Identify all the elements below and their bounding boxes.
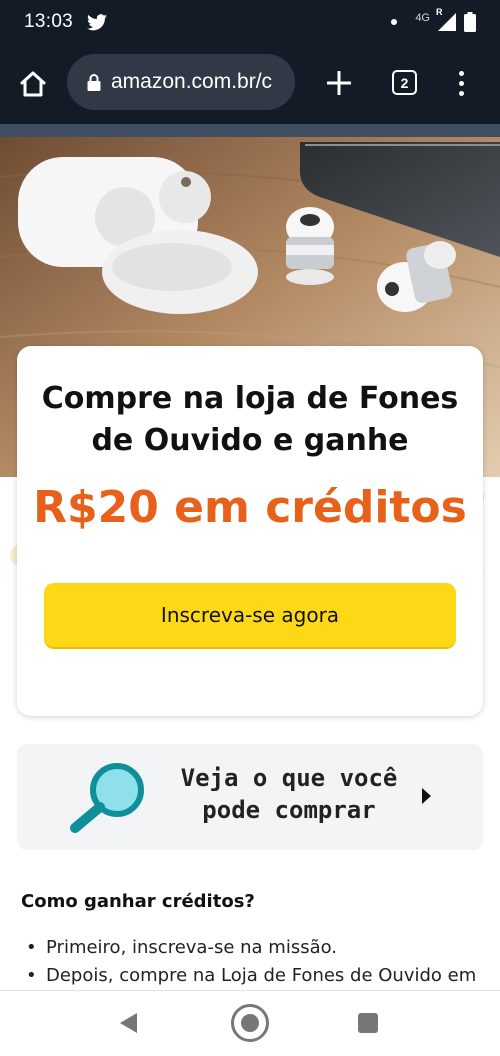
status-bar: 13:03 4G R (0, 0, 500, 44)
promo-card: Compre na loja de Fones de Ouvido e ganh… (17, 346, 483, 716)
network-label: 4G (415, 12, 430, 24)
browse-products-card[interactable]: Veja o que você pode comprar (17, 744, 483, 850)
how-to-list: Primeiro, inscreva-se na missão. Depois,… (26, 934, 476, 990)
back-icon[interactable] (120, 1013, 137, 1033)
promo-amount: R$20 em créditos (33, 482, 467, 533)
header-strip (0, 124, 500, 137)
how-to-title: Como ganhar créditos? (21, 891, 255, 912)
new-tab-icon (327, 71, 351, 95)
browse-products-text: Veja o que você pode comprar (169, 762, 409, 826)
roaming-label: R (436, 7, 443, 17)
lock-icon (87, 73, 101, 91)
home-icon (20, 71, 46, 97)
home-circle-icon[interactable] (231, 1004, 269, 1042)
battery-icon (464, 12, 476, 32)
browser-toolbar: amazon.com.br/c 2 (0, 44, 500, 124)
browse-products-line2: pode comprar (202, 796, 376, 824)
promo-title: Compre na loja de Fones de Ouvido e ganh… (41, 381, 459, 458)
url-text: amazon.com.br/c (111, 70, 273, 93)
recents-icon[interactable] (358, 1013, 378, 1033)
browse-products-line1: Veja o que você (180, 764, 398, 792)
signup-button[interactable]: Inscreva-se agora (44, 583, 456, 649)
list-item: Primeiro, inscreva-se na missão. (26, 934, 476, 962)
status-indicators: 4G R (391, 7, 476, 32)
signal-icon: R (436, 7, 456, 31)
tabs-button[interactable]: 2 (392, 70, 417, 95)
status-time: 13:03 (24, 11, 74, 32)
twitter-icon (87, 13, 108, 31)
system-nav-bar (0, 990, 500, 1056)
chevron-right-icon (422, 788, 431, 804)
new-tab-button[interactable] (322, 66, 356, 100)
address-bar[interactable]: amazon.com.br/c (67, 54, 295, 110)
menu-icon[interactable] (452, 66, 470, 100)
notification-dot-icon (391, 19, 398, 25)
magnifier-icon (67, 758, 157, 843)
home-button[interactable] (16, 68, 50, 100)
list-item: Depois, compre na Loja de Fones de Ouvid… (26, 962, 476, 990)
